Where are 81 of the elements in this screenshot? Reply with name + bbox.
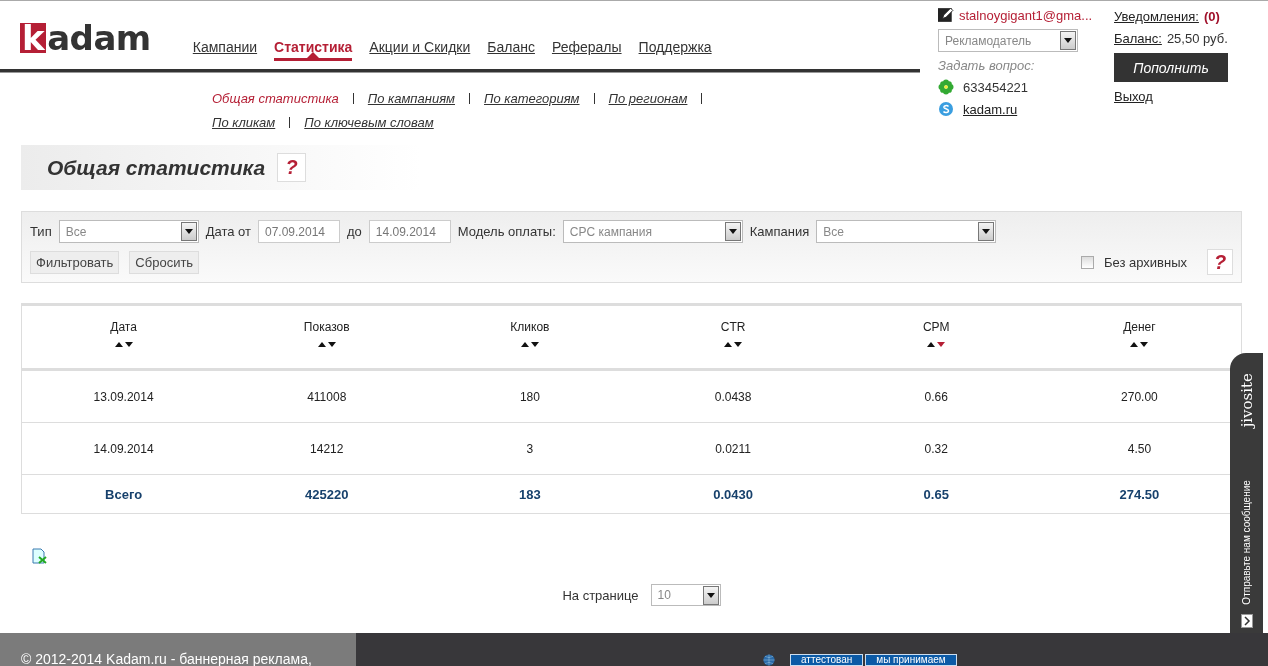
type-label: Тип xyxy=(30,224,52,239)
subnav-link[interactable]: Общая статистика xyxy=(212,91,339,106)
sort-arrows-icon[interactable] xyxy=(317,342,336,347)
sort-arrows-icon[interactable] xyxy=(724,342,743,347)
skype-icon xyxy=(938,101,954,117)
subnav-link[interactable]: По регионам xyxy=(608,91,688,106)
column-header[interactable]: Показов xyxy=(303,320,350,334)
help-button[interactable]: ? xyxy=(1207,249,1233,275)
ask-label: Задать вопрос: xyxy=(938,58,1036,73)
nav-tab[interactable]: Кампании xyxy=(192,39,258,61)
column-header[interactable]: Денег xyxy=(1123,320,1156,334)
table-cell: 270.00 xyxy=(1121,389,1158,404)
date-from-label: Дата от xyxy=(205,224,251,239)
table-cell: 14.09.2014 xyxy=(93,441,154,456)
total-cell: Всего xyxy=(105,486,143,502)
table-cell: 0.0438 xyxy=(714,389,752,404)
footer-badge[interactable]: мы принимаем xyxy=(865,654,957,666)
user-email: stalnoygigant1@gma... xyxy=(959,7,1093,23)
date-from-field[interactable]: 07.09.2014 xyxy=(257,220,340,243)
date-to-label: до xyxy=(346,224,362,239)
type-select[interactable]: Все xyxy=(58,220,199,243)
notifications-link[interactable]: Уведомления: xyxy=(1114,9,1199,24)
logo-text[interactable]: kadam xyxy=(20,21,151,55)
payment-model-label: Модель оплаты: xyxy=(457,224,556,239)
nav-tab[interactable]: Поддержка xyxy=(638,39,712,61)
column-header[interactable]: Кликов xyxy=(510,320,550,334)
sort-arrows-icon[interactable] xyxy=(520,342,539,347)
help-button[interactable]: ? xyxy=(277,153,307,182)
column-header[interactable]: Дата xyxy=(110,320,137,334)
chat-button[interactable]: jivosite Отправьте нам сообщение xyxy=(1230,353,1263,609)
logout-link[interactable]: Выход xyxy=(1114,89,1228,104)
spreadsheet-export-icon[interactable] xyxy=(31,548,47,564)
nav-tab[interactable]: Статистика xyxy=(274,39,353,61)
edit-icon xyxy=(938,7,954,23)
subnav-link[interactable]: По кампаниям xyxy=(367,91,455,106)
total-cell: 0.0430 xyxy=(713,486,753,502)
column-header[interactable]: CTR xyxy=(720,320,746,334)
table-cell: 0.32 xyxy=(924,441,948,456)
date-to-field[interactable]: 14.09.2014 xyxy=(368,220,451,243)
subnav-link[interactable]: По категориям xyxy=(484,91,580,106)
footer-badge[interactable]: аттестован xyxy=(790,654,864,666)
no-archive-label: Без архивных xyxy=(1103,254,1187,270)
role-select[interactable]: Рекламодатель xyxy=(938,29,1078,52)
total-cell: 183 xyxy=(519,486,541,502)
checkbox[interactable] xyxy=(1080,255,1094,269)
reset-button[interactable]: Сбросить xyxy=(129,250,200,274)
notifications-count: (0) xyxy=(1203,9,1220,24)
total-cell: 425220 xyxy=(305,486,349,502)
copyright-text: © 2012-2014 Kadam.ru - баннерная реклама, xyxy=(21,651,312,666)
subnav-link[interactable]: По кликам xyxy=(212,115,276,130)
total-cell: 274.50 xyxy=(1119,486,1160,502)
table-cell: 180 xyxy=(519,389,540,404)
balance-value: 25,50 руб. xyxy=(1166,31,1228,46)
table-cell: 3 xyxy=(526,441,534,456)
filter-button[interactable]: Фильтровать xyxy=(30,250,120,274)
subnav-link[interactable]: По ключевым словам xyxy=(304,115,434,130)
flower-icon xyxy=(938,79,954,95)
payment-model-select[interactable]: CPC кампания xyxy=(562,220,743,243)
campaign-select[interactable]: Все xyxy=(816,220,997,243)
nav-tab[interactable]: Баланс xyxy=(487,39,535,61)
total-cell: 0.65 xyxy=(923,486,949,502)
nav-tab[interactable]: Рефералы xyxy=(551,39,622,61)
page-title: Общая статистика xyxy=(47,155,266,180)
nav-tab[interactable]: Акции и Скидки xyxy=(369,39,471,61)
icq-number: 633454221 xyxy=(963,79,1029,95)
per-page-select[interactable]: 10 xyxy=(650,584,721,606)
column-header[interactable]: CPM xyxy=(922,320,950,334)
table-cell: 411008 xyxy=(307,389,347,404)
sort-arrows-icon[interactable] xyxy=(114,342,133,347)
table-cell: 0.0211 xyxy=(715,441,751,456)
per-page-label: На странице xyxy=(562,587,639,603)
table-cell: 14212 xyxy=(310,441,344,456)
topup-button[interactable]: Пополнить xyxy=(1114,53,1228,82)
sort-arrows-icon[interactable] xyxy=(1130,342,1149,347)
table-cell: 4.50 xyxy=(1127,441,1152,456)
sort-arrows-icon[interactable] xyxy=(927,342,946,347)
table-cell: 0.66 xyxy=(924,389,948,404)
campaign-label: Кампания xyxy=(749,224,810,239)
balance-link[interactable]: Баланс: xyxy=(1114,31,1162,46)
skype-link[interactable]: kadam.ru xyxy=(963,101,1018,117)
table-cell: 13.09.2014 xyxy=(93,389,154,404)
